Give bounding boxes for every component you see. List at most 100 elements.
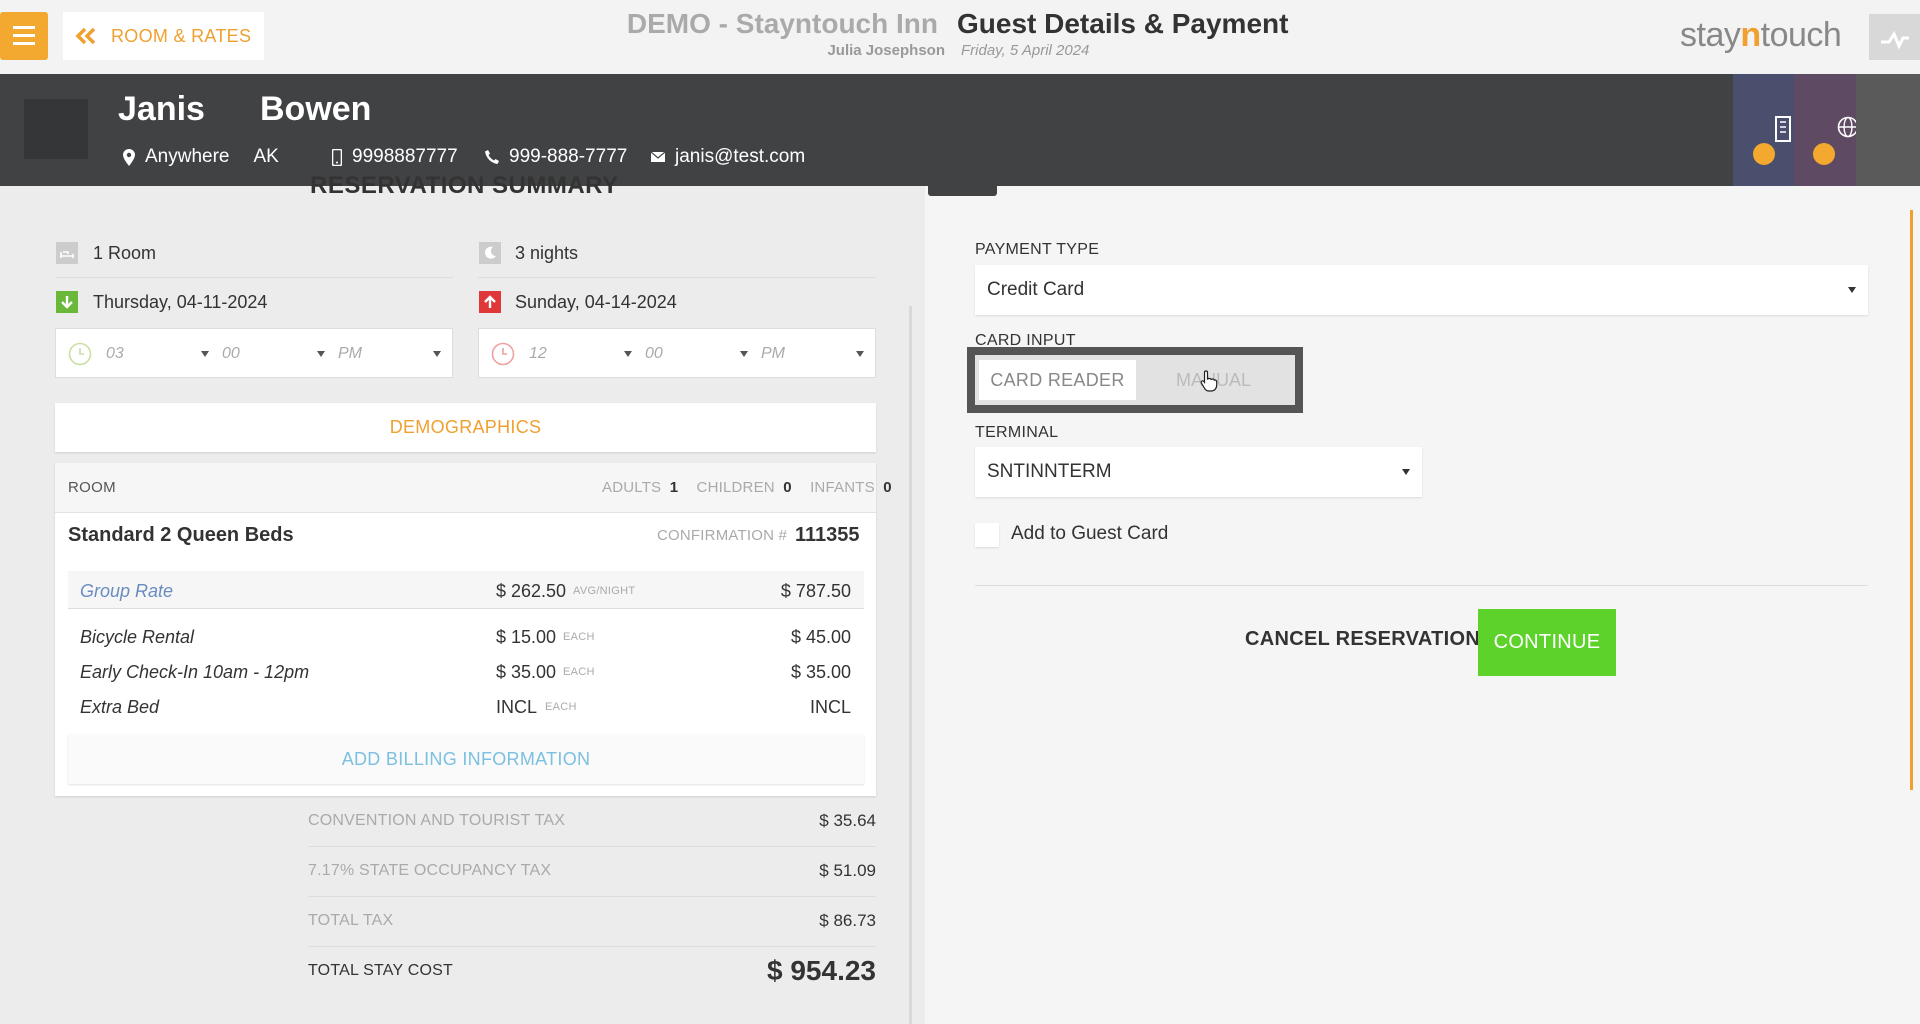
hand-cursor-icon [1200, 370, 1218, 392]
convention-tax-label: CONVENTION AND TOURIST TAX [308, 812, 566, 829]
guest-email: janis@test.com [651, 146, 805, 168]
departure-ampm[interactable]: PM [761, 345, 785, 363]
rate-name[interactable]: Group Rate [80, 581, 173, 602]
back-button-label: ROOM & RATES [111, 25, 252, 46]
addon-unit: EACH [563, 631, 595, 643]
addon-name: Bicycle Rental [80, 627, 195, 647]
arrival-time-picker[interactable]: 03 00 PM [55, 328, 453, 378]
stayntouch-logo: stayntouch [1680, 16, 1842, 55]
divider [308, 846, 876, 847]
card-reader-option[interactable]: CARD READER [979, 360, 1136, 400]
guest-last-name: Bowen [260, 90, 372, 128]
demographics-button[interactable]: DEMOGRAPHICS [55, 403, 876, 452]
cancel-reservation-button[interactable]: CANCEL RESERVATION [1245, 628, 1480, 651]
terminal-label: TERMINAL [975, 424, 1059, 441]
guest-location: Anywhere AK [123, 146, 279, 168]
clock-icon [491, 342, 515, 366]
arrival-date: Thursday, 04-11-2024 [93, 292, 268, 312]
rate-row [68, 571, 864, 609]
confirmation-label: CONFIRMATION # [657, 527, 788, 544]
continue-button[interactable]: CONTINUE [1478, 609, 1616, 676]
chevron-down-icon [1848, 287, 1856, 293]
state-tax-label: 7.17% STATE OCCUPANCY TAX [308, 862, 552, 879]
add-billing-information-button[interactable]: ADD BILLING INFORMATION [68, 734, 864, 784]
mobile-icon [332, 148, 342, 166]
reservation-summary-heading: RESERVATION SUMMARY [310, 172, 619, 199]
departure-hour[interactable]: 12 [529, 345, 547, 363]
state-tax-value: $ 51.09 [819, 861, 876, 880]
divider [478, 277, 876, 278]
panel-handle[interactable] [928, 186, 997, 196]
card-input-toggle-frame: CARD READER MANUAL [967, 347, 1303, 413]
addon-total: INCL [809, 697, 851, 717]
addon-unit: EACH [563, 666, 595, 678]
divider [308, 896, 876, 897]
rate-avg-label: AVG/NIGHT [573, 585, 636, 597]
chevron-down-icon [201, 351, 209, 357]
avatar [24, 99, 88, 159]
logo-suffix: touch [1760, 16, 1842, 54]
moon-icon [479, 242, 501, 264]
chevron-down-icon [433, 351, 441, 357]
adults-label: ADULTS [602, 479, 662, 496]
payment-type-value: Credit Card [987, 279, 1085, 300]
location-pin-icon [123, 148, 135, 166]
scrollbar[interactable] [909, 306, 912, 1024]
infants-label: INFANTS [810, 479, 875, 496]
hotel-name: DEMO - Stayntouch Inn [626, 8, 938, 39]
departure-minute[interactable]: 00 [645, 345, 663, 363]
search-icon [1753, 143, 1775, 165]
night-count: 3 nights [515, 243, 579, 263]
activity-icon [1881, 30, 1909, 50]
guest-state: AK [253, 146, 279, 167]
chevron-down-icon [317, 351, 325, 357]
room-type: Standard 2 Queen Beds [68, 524, 294, 546]
global-search-tab[interactable] [1794, 74, 1859, 186]
arrival-ampm[interactable]: PM [338, 345, 362, 363]
search-icon [1813, 143, 1835, 165]
divider [308, 946, 876, 947]
chevron-down-icon [856, 351, 864, 357]
arrival-hour[interactable]: 03 [106, 345, 124, 363]
payment-type-select[interactable]: Credit Card [975, 265, 1868, 315]
terminal-select[interactable]: SNTINNTERM [975, 447, 1422, 497]
rate-avg: $ 262.50 [496, 581, 567, 601]
guest-email-address: janis@test.com [675, 146, 806, 167]
convention-tax-value: $ 35.64 [819, 811, 876, 830]
phone-icon [485, 150, 499, 164]
departure-date: Sunday, 04-14-2024 [515, 292, 677, 312]
departure-arrow-icon [479, 291, 501, 313]
total-tax-label: TOTAL TAX [308, 912, 394, 929]
extra-tab[interactable] [1856, 74, 1920, 186]
back-to-room-rates-button[interactable]: ROOM & RATES [63, 12, 264, 60]
user-name: Julia Josephson [827, 42, 945, 59]
double-chevron-left-icon [75, 27, 96, 45]
divider [55, 277, 453, 278]
occupancy: ADULTS 1 CHILDREN 0 INFANTS 0 [602, 479, 892, 497]
addon-price: $ 15.00 [496, 627, 557, 647]
arrival-minute[interactable]: 00 [222, 345, 240, 363]
clock-icon [68, 342, 92, 366]
addon-name: Early Check-In 10am - 12pm [80, 662, 310, 682]
business-date: Friday, 5 April 2024 [961, 42, 1090, 59]
chevron-down-icon [624, 351, 632, 357]
children-count: 0 [783, 479, 792, 496]
children-label: CHILDREN [696, 479, 775, 496]
guest-city: Anywhere [145, 146, 230, 167]
chevron-down-icon [740, 351, 748, 357]
mail-icon [651, 152, 665, 162]
guest-phone: 999-888-7777 [485, 146, 627, 168]
payment-type-label: PAYMENT TYPE [975, 241, 1100, 258]
departure-time-picker[interactable]: 12 00 PM [478, 328, 876, 378]
add-to-guest-card-checkbox[interactable] [975, 523, 999, 547]
confirmation-number: 111355 [795, 524, 860, 546]
menu-button[interactable] [0, 12, 48, 60]
total-tax-value: $ 86.73 [819, 911, 876, 930]
scrollbar[interactable] [1910, 210, 1913, 790]
hotel-search-tab[interactable] [1733, 74, 1794, 186]
guest-mobile: 9998887777 [332, 146, 458, 168]
addon-total: $ 35.00 [790, 662, 851, 682]
add-to-guest-card-label[interactable]: Add to Guest Card [1011, 523, 1168, 545]
activity-button[interactable] [1869, 14, 1920, 60]
adults-count: 1 [669, 479, 679, 496]
